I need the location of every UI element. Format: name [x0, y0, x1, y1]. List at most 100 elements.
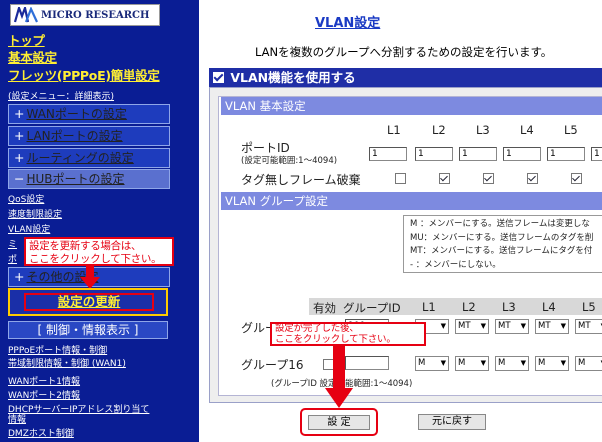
expand-icon: +	[14, 106, 25, 121]
select-value: M	[458, 358, 466, 368]
port-id-input-l2[interactable]: 1	[415, 147, 453, 161]
update-instruction-callout: 設定を更新する場合は、 ここをクリックして下さい。	[24, 237, 174, 266]
callout-line: 設定を更新する場合は、	[29, 240, 142, 252]
col-header-l1: L1	[422, 300, 436, 314]
select-value: MT	[538, 321, 551, 331]
select-value: M	[498, 358, 506, 368]
col-header-l3: L3	[476, 123, 490, 137]
select-value: M	[418, 358, 426, 368]
vlan-enable-checkbox[interactable]	[213, 72, 224, 83]
select-value: MT	[578, 321, 591, 331]
dropdown-arrow-icon: ▼	[520, 359, 526, 367]
page-description: LANを複数のグループへ分割するための設定を行います。	[255, 45, 553, 59]
sidebar: MICRO RESEARCH トップ 基本設定 フレッツ(PPPoE)簡単設定 …	[0, 0, 199, 442]
menu-label: HUBポートの設定	[26, 172, 125, 186]
page-title: VLAN設定	[315, 16, 381, 31]
callout-line: 設定が完了した後、	[275, 323, 359, 334]
vlan-enable-label: VLAN機能を使用する	[230, 70, 356, 85]
update-box: 設定の更新	[8, 288, 168, 316]
red-down-arrow-icon	[325, 346, 353, 408]
expand-icon: +	[14, 150, 25, 165]
col-header-l1: L1	[387, 123, 401, 137]
group16-l4-select[interactable]: M ▼	[535, 356, 569, 371]
group16-label: グループ16	[241, 358, 304, 372]
link-flets-pppoe[interactable]: フレッツ(PPPoE)簡単設定	[8, 65, 160, 84]
micro-research-logo[interactable]: MICRO RESEARCH	[10, 4, 160, 26]
menu-hub-port[interactable]: − HUBポートの設定	[8, 169, 170, 189]
col-header-l3: L3	[502, 300, 516, 314]
port-id-input-l4[interactable]: 1	[503, 147, 541, 161]
port-id-input-l1[interactable]: 1	[369, 147, 407, 161]
col-header-l2: L2	[462, 300, 476, 314]
select-value: MT	[498, 321, 511, 331]
update-settings-button[interactable]: 設定の更新	[24, 293, 154, 311]
sublink-rate-limit[interactable]: 速度制限設定	[8, 207, 62, 220]
menu-label: ルーティングの設定	[26, 151, 134, 165]
select-value: M	[578, 358, 586, 368]
member-legend: M ：メンバーにする。送信フレームは変更しな MU：メンバーにする。送信フレーム…	[403, 215, 602, 273]
sublink-mirror[interactable]: ミ	[8, 237, 17, 250]
untagged-drop-label: タグ無しフレーム破棄	[241, 173, 361, 187]
info-link-wan1[interactable]: WANポート1情報	[8, 377, 80, 388]
vlan-settings-inner: VLAN 基本設定 L1 L2 L3 L4 L5 L ポートID (設定可能範囲…	[218, 96, 602, 396]
dropdown-arrow-icon: ▼	[560, 322, 566, 330]
group16-l2-select[interactable]: M ▼	[455, 356, 489, 371]
dropdown-arrow-icon: ▼	[440, 322, 446, 330]
link-basic-settings[interactable]: 基本設定	[8, 47, 57, 66]
untagged-drop-checkbox-l2[interactable]	[439, 173, 450, 184]
port-id-input-l5[interactable]: 1	[547, 147, 585, 161]
legend-line: MT：メンバーにする。送信フレームにタグを付	[410, 246, 593, 256]
revert-button[interactable]: 元に戻す	[418, 414, 486, 430]
port-id-input-l3[interactable]: 1	[459, 147, 497, 161]
info-link-pppoe[interactable]: PPPoEポート情報・制御	[8, 346, 107, 357]
info-link-dmz[interactable]: DMZホスト制御	[8, 429, 74, 440]
set-button[interactable]: 設 定	[308, 415, 370, 430]
sublink-qos[interactable]: QoS設定	[8, 192, 44, 205]
vlan-group-header: VLAN グループ設定	[221, 192, 602, 210]
menu-routing[interactable]: + ルーティングの設定	[8, 148, 170, 168]
dropdown-arrow-icon: ▼	[440, 359, 446, 367]
group16-l3-select[interactable]: M ▼	[495, 356, 529, 371]
info-link-wan2[interactable]: WANポート2情報	[8, 391, 80, 402]
control-info-header: [ 制御・情報表示 ]	[8, 321, 168, 339]
info-link-dhcp[interactable]: DHCPサーバーIPアドレス割り当て	[8, 405, 149, 416]
untagged-drop-checkbox-l5[interactable]	[571, 173, 582, 184]
untagged-drop-checkbox-l3[interactable]	[483, 173, 494, 184]
info-link-dhcp-cont[interactable]: 情報	[8, 415, 26, 426]
group1-l4-select[interactable]: MT ▼	[535, 319, 569, 334]
collapse-icon: −	[14, 171, 25, 186]
sublink-vlan[interactable]: VLAN設定	[8, 222, 50, 235]
menu-lan-port[interactable]: + LANポートの設定	[8, 126, 170, 146]
vlan-basic-header: VLAN 基本設定	[221, 97, 602, 115]
port-id-input-l6[interactable]: 1	[591, 147, 602, 161]
expand-icon: +	[14, 269, 25, 284]
group16-l1-select[interactable]: M ▼	[415, 356, 449, 371]
expand-icon: +	[14, 128, 25, 143]
group16-l5-select[interactable]: M▼	[575, 356, 602, 371]
dropdown-arrow-icon: ▼	[520, 322, 526, 330]
legend-line: M ：メンバーにする。送信フレームは変更しな	[410, 219, 590, 229]
col-header-enabled: 有効	[313, 301, 336, 315]
select-value: MT	[458, 321, 471, 331]
port-id-range-note: (設定可能範囲:1〜4094)	[241, 156, 338, 166]
group1-l5-select[interactable]: MT▼	[575, 319, 602, 334]
untagged-drop-checkbox-l4[interactable]	[527, 173, 538, 184]
col-header-group-id: グループID	[343, 301, 401, 315]
col-header-l4: L4	[520, 123, 534, 137]
info-link-bandwidth[interactable]: 帯域制限情報・制御 (WAN1)	[8, 359, 126, 370]
logo-text: MICRO RESEARCH	[41, 9, 150, 21]
callout-line: ここをクリックして下さい。	[275, 333, 396, 345]
vlan-enable-bar[interactable]: VLAN機能を使用する	[209, 68, 602, 87]
dropdown-arrow-icon: ▼	[480, 359, 486, 367]
group1-l3-select[interactable]: MT ▼	[495, 319, 529, 334]
untagged-drop-checkbox-l1[interactable]	[395, 173, 406, 184]
settings-menu-toggle[interactable]: (設定メニュー：詳細表示)	[8, 89, 114, 102]
legend-line: - ：メンバーにしない。	[410, 259, 501, 270]
menu-label: LANポートの設定	[26, 129, 123, 143]
complete-instruction-callout: 設定が完了した後、 ここをクリックして下さい。	[270, 322, 426, 346]
menu-wan-port[interactable]: + WANポートの設定	[8, 104, 170, 124]
main-content: VLAN設定 LANを複数のグループへ分割するための設定を行います。 VLAN機…	[199, 0, 602, 442]
sublink-port[interactable]: ポ	[8, 252, 17, 265]
group1-l2-select[interactable]: MT ▼	[455, 319, 489, 334]
col-header-l5: L5	[564, 123, 578, 137]
